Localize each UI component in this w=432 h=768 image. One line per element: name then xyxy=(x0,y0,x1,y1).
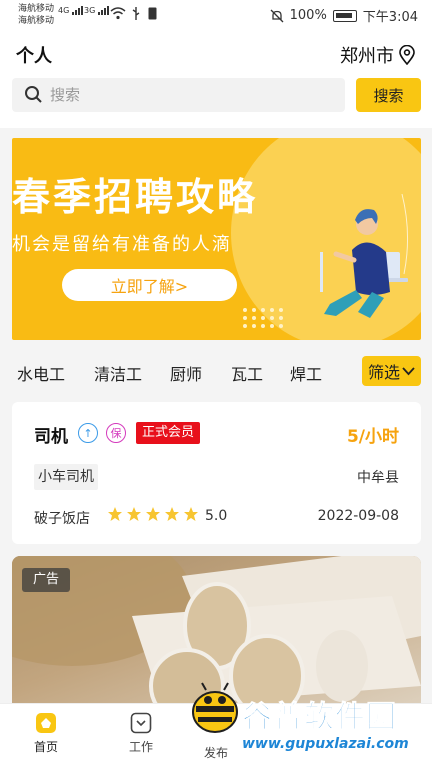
city-label: 郑州市 xyxy=(340,46,394,67)
watermark-text: 谷普软件园 xyxy=(242,700,397,736)
job-card[interactable]: 司机 ↑ 保 正式会员 5/小时 小车司机 中牟县 破子饭店 5.0 2022-… xyxy=(12,402,421,544)
work-icon xyxy=(130,712,152,734)
job-tag: 小车司机 xyxy=(34,464,98,490)
tab-work[interactable]: 工作 xyxy=(111,712,171,755)
carrier-1: 海航移动 xyxy=(18,4,55,14)
chevron-down-icon xyxy=(402,366,415,375)
page-title: 个人 xyxy=(16,46,52,67)
category-bar: 水电工 清洁工 厨师 瓦工 焊工 筛选 xyxy=(0,350,432,392)
location-pin-icon xyxy=(399,45,415,65)
search-icon xyxy=(25,86,42,103)
category-tab-bricklayer[interactable]: 瓦工 xyxy=(231,361,263,385)
filter-button[interactable]: 筛选 xyxy=(362,356,421,386)
arrow-up-icon: ↑ xyxy=(78,423,98,443)
star-icon xyxy=(165,507,179,521)
company-name: 破子饭店 xyxy=(34,511,90,527)
status-bar: 海航移动 海航移动 4G 3G 100% 下午3:04 xyxy=(0,0,432,30)
status-right: 100% 下午3:04 xyxy=(270,6,418,25)
rating-value: 5.0 xyxy=(205,508,228,524)
person-laptop-illustration xyxy=(320,194,409,318)
carrier-labels: 海航移动 海航移动 xyxy=(18,3,54,27)
city-selector[interactable]: 郑州市 xyxy=(340,42,416,68)
dots-decoration xyxy=(243,308,291,330)
promo-banner[interactable]: 春季招聘攻略 机会是留给有准备的人滴 立即了解> xyxy=(12,138,421,340)
guarantee-icon: 保 xyxy=(106,423,126,443)
post-date: 2022-09-08 xyxy=(317,508,399,524)
star-rating xyxy=(107,506,199,522)
category-tab-chef[interactable]: 厨师 xyxy=(170,361,202,385)
wifi-icon xyxy=(110,7,126,20)
network-type-2: 3G xyxy=(84,6,96,15)
salary: 5/小时 xyxy=(346,427,399,447)
banner-subtitle: 机会是留给有准备的人滴 xyxy=(12,234,232,255)
carrier-2: 海航移动 xyxy=(18,16,55,26)
tab-home-label: 首页 xyxy=(33,740,58,754)
filter-label: 筛选 xyxy=(367,363,400,382)
tab-work-label: 工作 xyxy=(128,740,153,754)
member-badge: 正式会员 xyxy=(136,422,201,444)
header: 个人 郑州市 搜索 xyxy=(0,30,432,128)
search-bar[interactable] xyxy=(12,78,345,112)
signal-icon-1: 4G xyxy=(58,6,84,15)
banner-title: 春季招聘攻略 xyxy=(12,175,259,219)
star-icon xyxy=(184,507,198,521)
watermark: 谷普软件园 www.gupuxlazai.com xyxy=(190,680,426,766)
usb-icon xyxy=(132,7,140,20)
star-icon xyxy=(146,507,160,521)
category-tab-cleaner[interactable]: 清洁工 xyxy=(94,361,142,385)
star-icon xyxy=(127,507,141,521)
search-input[interactable] xyxy=(50,84,330,106)
sim-icon xyxy=(148,7,157,20)
watermark-url: www.gupuxlazai.com xyxy=(242,736,409,752)
battery-icon xyxy=(332,9,357,22)
clock: 下午3:04 xyxy=(362,10,418,25)
tab-home[interactable]: 首页 xyxy=(16,712,76,755)
ad-label: 广告 xyxy=(22,568,70,592)
network-type-1: 4G xyxy=(58,6,70,15)
star-icon xyxy=(108,507,122,521)
category-tab-plumber-electrician[interactable]: 水电工 xyxy=(17,361,65,385)
learn-more-button[interactable]: 立即了解> xyxy=(62,269,237,301)
search-button[interactable]: 搜索 xyxy=(356,78,421,112)
home-icon xyxy=(36,713,56,733)
job-location: 中牟县 xyxy=(357,470,399,486)
mute-bell-icon xyxy=(270,9,284,22)
signal-icon-2: 3G xyxy=(84,6,110,15)
job-title: 司机 xyxy=(34,427,68,447)
category-tab-welder[interactable]: 焊工 xyxy=(290,361,322,385)
battery-percent: 100% xyxy=(289,8,327,23)
